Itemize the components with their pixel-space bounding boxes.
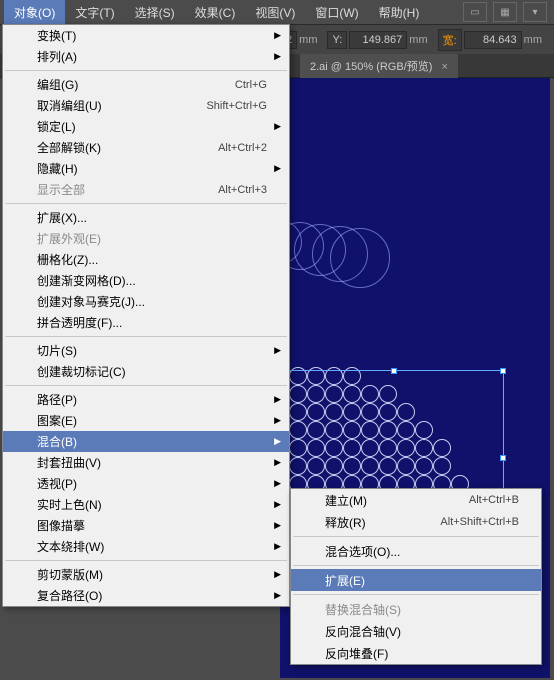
menu-text[interactable]: 文字(T) xyxy=(65,0,124,25)
submenu-arrow-icon: ▶ xyxy=(274,163,281,174)
blend-submenu: 建立(M)Alt+Ctrl+B释放(R)Alt+Shift+Ctrl+B 混合选项… xyxy=(290,488,542,665)
menu-item[interactable]: 路径(P)▶ xyxy=(3,389,289,410)
submenu-item[interactable]: 建立(M)Alt+Ctrl+B xyxy=(291,489,541,511)
menu-item[interactable]: 切片(S)▶ xyxy=(3,340,289,361)
menu-item[interactable]: 剪切蒙版(M)▶ xyxy=(3,564,289,585)
menu-item[interactable]: 取消编组(U)Shift+Ctrl+G xyxy=(3,95,289,116)
menu-item[interactable]: 编组(G)Ctrl+G xyxy=(3,74,289,95)
menu-item[interactable]: 创建裁切标记(C) xyxy=(3,361,289,382)
toolbar-icon-2[interactable]: ▦ xyxy=(493,2,517,22)
submenu-arrow-icon: ▶ xyxy=(274,345,281,356)
menu-item[interactable]: 全部解锁(K)Alt+Ctrl+2 xyxy=(3,137,289,158)
menu-item[interactable]: 锁定(L)▶ xyxy=(3,116,289,137)
handle-tm[interactable] xyxy=(391,368,397,374)
menu-select[interactable]: 选择(S) xyxy=(125,0,185,25)
submenu-item[interactable]: 反向混合轴(V) xyxy=(291,620,541,642)
submenu-arrow-icon: ▶ xyxy=(274,478,281,489)
submenu-arrow-icon: ▶ xyxy=(274,499,281,510)
document-tab[interactable]: 2.ai @ 150% (RGB/预览) × xyxy=(300,54,458,78)
menu-help[interactable]: 帮助(H) xyxy=(369,0,430,25)
toolbar-icon-1[interactable]: ▭ xyxy=(463,2,487,22)
object-menu: 变换(T)▶排列(A)▶ 编组(G)Ctrl+G取消编组(U)Shift+Ctrl… xyxy=(2,24,290,607)
submenu-arrow-icon: ▶ xyxy=(274,394,281,405)
tab-title: 2.ai @ 150% (RGB/预览) xyxy=(310,61,432,73)
submenu-arrow-icon: ▶ xyxy=(274,415,281,426)
submenu-item: 替换混合轴(S) xyxy=(291,598,541,620)
handle-tr[interactable] xyxy=(500,368,506,374)
y-label: Y: xyxy=(327,31,347,49)
submenu-item[interactable]: 混合选项(O)... xyxy=(291,540,541,562)
w-label: 宽: xyxy=(438,29,462,51)
menu-item[interactable]: 封套扭曲(V)▶ xyxy=(3,452,289,473)
menu-view[interactable]: 视图(V) xyxy=(245,0,305,25)
menu-item[interactable]: 混合(B)▶ xyxy=(3,431,289,452)
submenu-arrow-icon: ▶ xyxy=(274,569,281,580)
submenu-arrow-icon: ▶ xyxy=(274,121,281,132)
submenu-item[interactable]: 反向堆叠(F) xyxy=(291,642,541,664)
menu-item[interactable]: 文本绕排(W)▶ xyxy=(3,536,289,557)
toolbar-icon-3[interactable]: ▾ xyxy=(523,2,547,22)
menu-item[interactable]: 透视(P)▶ xyxy=(3,473,289,494)
menubar: 对象(O) 文字(T) 选择(S) 效果(C) 视图(V) 窗口(W) 帮助(H… xyxy=(0,0,554,24)
close-icon[interactable]: × xyxy=(442,61,448,73)
submenu-item[interactable]: 扩展(E) xyxy=(291,569,541,591)
x-unit: mm xyxy=(299,34,317,46)
submenu-arrow-icon: ▶ xyxy=(274,520,281,531)
handle-mr[interactable] xyxy=(500,455,506,461)
menu-item: 扩展外观(E) xyxy=(3,228,289,249)
menu-item[interactable]: 实时上色(N)▶ xyxy=(3,494,289,515)
submenu-arrow-icon: ▶ xyxy=(274,590,281,601)
submenu-item[interactable]: 释放(R)Alt+Shift+Ctrl+B xyxy=(291,511,541,533)
menu-item[interactable]: 图案(E)▶ xyxy=(3,410,289,431)
submenu-arrow-icon: ▶ xyxy=(274,51,281,62)
menu-item[interactable]: 拼合透明度(F)... xyxy=(3,312,289,333)
submenu-arrow-icon: ▶ xyxy=(274,436,281,447)
menu-item[interactable]: 创建对象马赛克(J)... xyxy=(3,291,289,312)
menu-item[interactable]: 图像描摹▶ xyxy=(3,515,289,536)
menu-item[interactable]: 隐藏(H)▶ xyxy=(3,158,289,179)
menu-item[interactable]: 创建渐变网格(D)... xyxy=(3,270,289,291)
submenu-arrow-icon: ▶ xyxy=(274,30,281,41)
menu-object[interactable]: 对象(O) xyxy=(4,0,65,25)
w-value[interactable]: 84.643 xyxy=(464,31,522,49)
menu-item[interactable]: 排列(A)▶ xyxy=(3,46,289,67)
menu-item[interactable]: 栅格化(Z)... xyxy=(3,249,289,270)
menu-item: 显示全部Alt+Ctrl+3 xyxy=(3,179,289,200)
submenu-arrow-icon: ▶ xyxy=(274,457,281,468)
menu-window[interactable]: 窗口(W) xyxy=(305,0,368,25)
y-unit: mm xyxy=(409,34,427,46)
menu-item[interactable]: 变换(T)▶ xyxy=(3,25,289,46)
menu-item[interactable]: 扩展(X)... xyxy=(3,207,289,228)
submenu-arrow-icon: ▶ xyxy=(274,541,281,552)
y-value[interactable]: 149.867 xyxy=(349,31,407,49)
menu-effect[interactable]: 效果(C) xyxy=(185,0,246,25)
w-unit: mm xyxy=(524,34,542,46)
menu-item[interactable]: 复合路径(O)▶ xyxy=(3,585,289,606)
